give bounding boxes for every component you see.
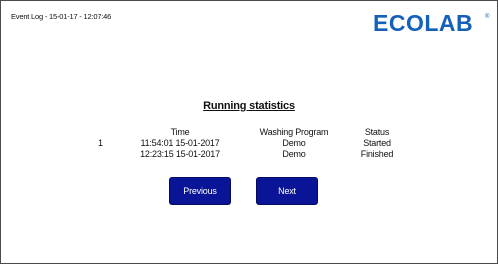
row-status: Finished [360, 149, 394, 159]
column-header-washing-program: Washing Program [259, 127, 329, 137]
next-button[interactable]: Next [256, 177, 318, 205]
row-index: 1 [98, 138, 103, 148]
event-log-screen: Event Log - 15-01-17 - 12:07:46 ECOLAB ®… [0, 0, 498, 264]
row-program: Demo [282, 149, 306, 159]
svg-text:®: ® [485, 13, 490, 20]
ecolab-logo: ECOLAB ® [373, 10, 490, 34]
column-header-time: Time [170, 127, 190, 137]
previous-button[interactable]: Previous [169, 177, 231, 205]
column-header-status: Status [364, 127, 390, 137]
row-time: 11:54:01 15-01-2017 [140, 138, 220, 148]
row-time: 12:23:15 15-01-2017 [140, 149, 220, 159]
svg-text:ECOLAB: ECOLAB [373, 10, 473, 34]
running-statistics-heading: Running statistics [203, 100, 295, 112]
row-status: Started [363, 138, 391, 148]
event-log-title: Event Log - 15-01-17 - 12:07:46 [11, 12, 112, 21]
row-program: Demo [282, 138, 306, 148]
